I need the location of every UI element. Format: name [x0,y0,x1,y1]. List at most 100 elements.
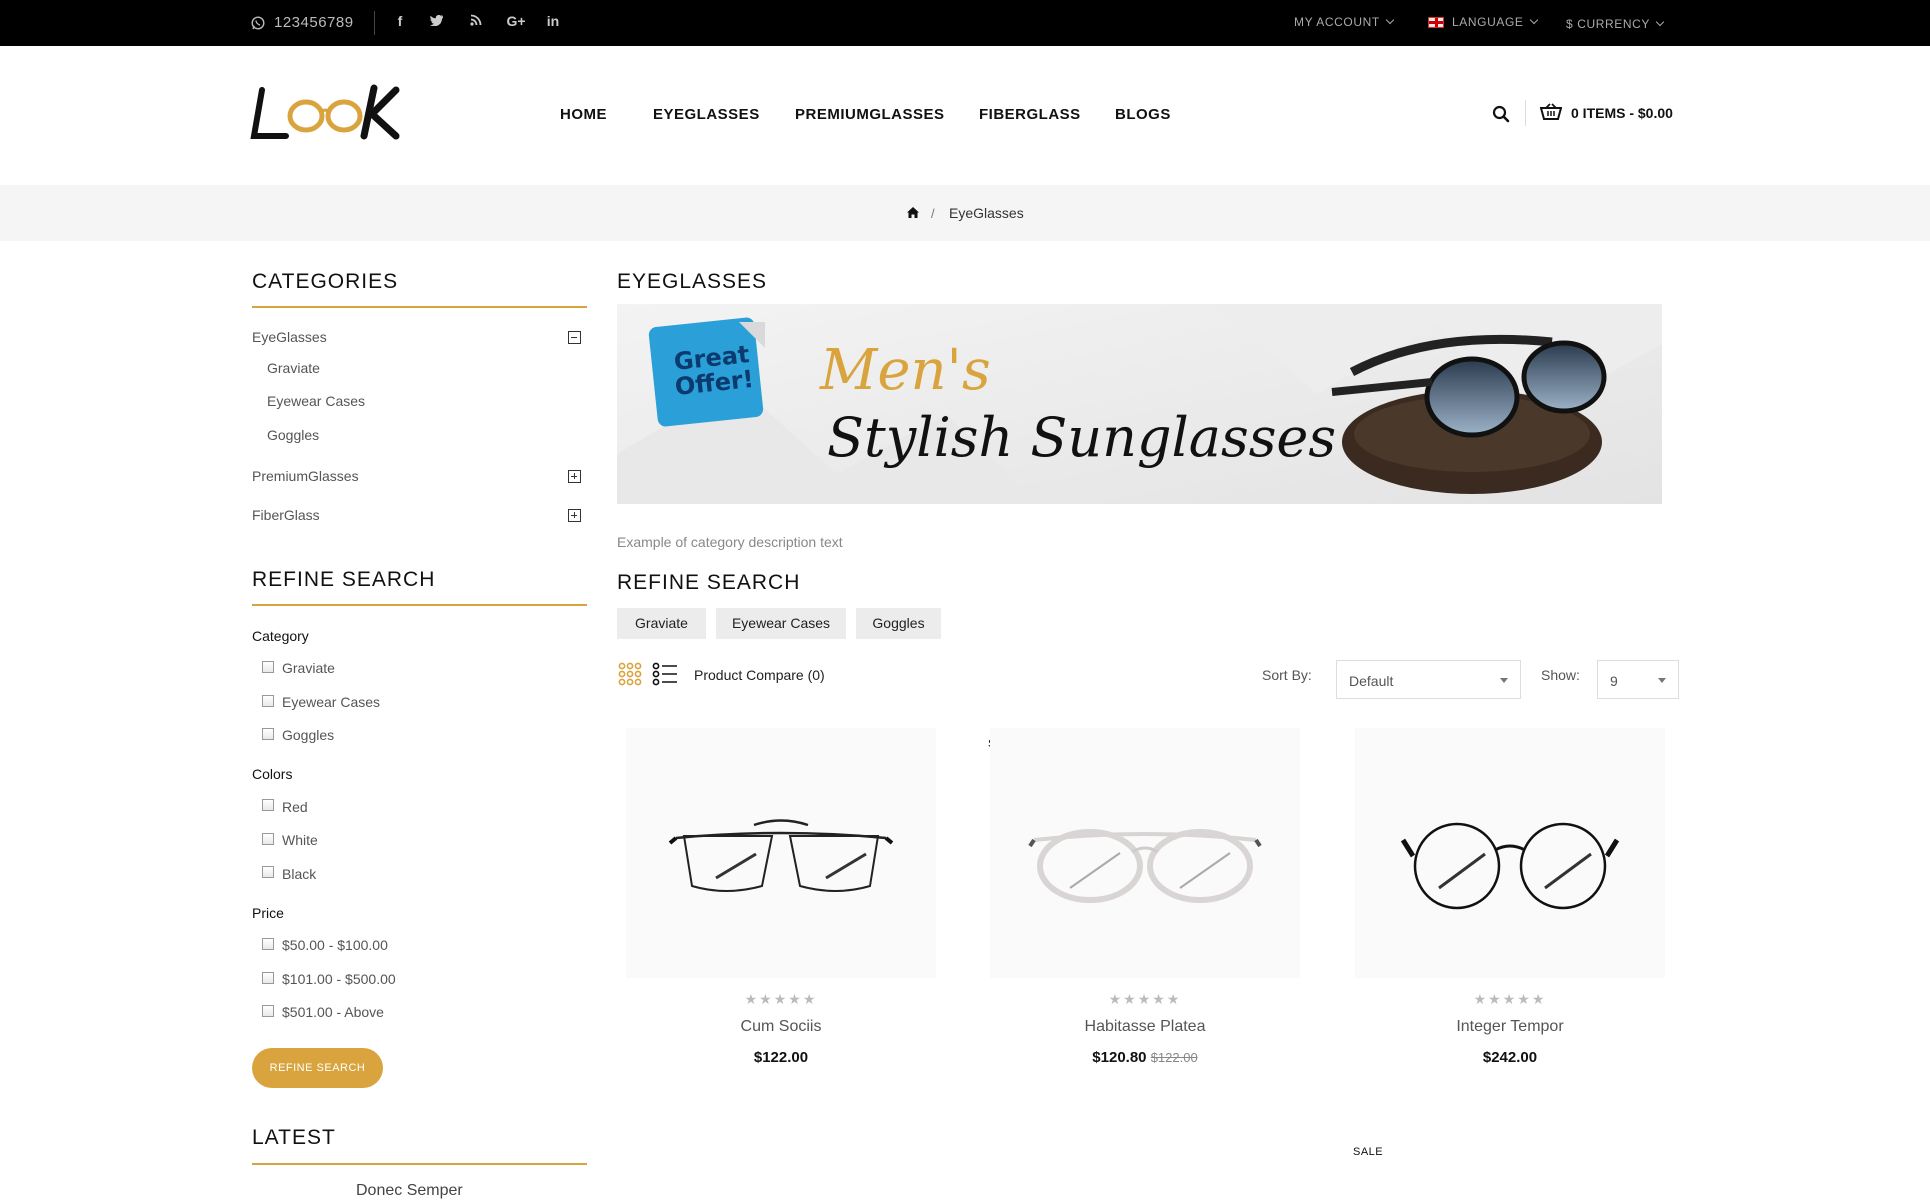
linkedin-icon[interactable]: in [541,13,565,29]
currency-dropdown[interactable]: $ Currency [1566,17,1665,31]
nav-blogs[interactable]: BLOGS [1115,106,1171,123]
categories-title: CATEGORIES [252,270,399,293]
subcategory-goggles[interactable]: Goggles [267,427,319,443]
latest-underline [252,1163,587,1165]
twitter-icon[interactable] [425,13,449,29]
grid-view-icon[interactable] [618,662,642,686]
rss-icon[interactable] [464,13,488,29]
category-fiberglass[interactable]: FiberGlass [252,507,320,523]
expand-icon[interactable] [568,470,581,483]
category-eyeglasses[interactable]: EyeGlasses [252,329,327,345]
nav-home[interactable]: HOME [560,106,607,123]
page-title: EYEGLASSES [617,270,768,293]
checkbox-graviate[interactable] [262,661,274,673]
currency-label: $ Currency [1566,17,1651,31]
checkbox-label[interactable]: White [282,832,318,848]
nav-fiberglass[interactable]: FIBERGLASS [979,106,1081,123]
nav-premiumglasses[interactable]: PREMIUMGLASSES [795,106,945,123]
checkbox-label[interactable]: $50.00 - $100.00 [282,937,388,953]
banner-sticker-text: Great Offer! [672,340,755,401]
refine-tag-graviate[interactable]: Graviate [617,608,706,639]
checkbox-label[interactable]: Red [282,799,308,815]
sale-badge: SALE [1353,1146,1384,1158]
category-description: Example of category description text [617,534,843,550]
product-image[interactable] [990,728,1300,978]
whatsapp-icon [251,15,265,30]
language-dropdown[interactable]: Language [1428,15,1538,29]
show-count-select[interactable]: 9 [1597,660,1679,699]
latest-title: LATEST [252,1126,336,1149]
checkbox-label[interactable]: Black [282,866,316,882]
breadcrumb-current[interactable]: EyeGlasses [949,205,1024,221]
product-compare-link[interactable]: Product Compare (0) [694,667,825,683]
product-price: $122.00 [616,1049,946,1066]
product-name[interactable]: Cum Sociis [616,1018,946,1036]
price-current: $122.00 [753,1049,809,1066]
checkbox-eyewear-cases[interactable] [262,695,274,707]
refine-search-heading: REFINE SEARCH [617,571,801,594]
nav-eyeglasses[interactable]: EYEGLASSES [653,106,760,123]
checkbox-price-1[interactable] [262,938,274,950]
checkbox-price-3[interactable] [262,1005,274,1017]
top-bar: 123456789 f G+ in My Account Language $ … [0,0,1930,46]
list-view-icon[interactable] [652,662,678,686]
checkbox-goggles[interactable] [262,728,274,740]
facebook-icon[interactable]: f [388,13,412,29]
checkbox-label[interactable]: Eyewear Cases [282,694,380,710]
sort-by-select[interactable]: Default [1336,660,1521,699]
checkbox-red[interactable] [262,799,274,811]
flag-icon [1428,16,1444,28]
language-label: Language [1452,15,1524,29]
header-divider [1525,100,1526,126]
checkbox-label[interactable]: Graviate [282,660,335,676]
product-card[interactable]: ★★★★★ Habitasse Platea $120.80 $122.00 [980,728,1310,1068]
chevron-down-icon [1529,15,1538,25]
my-account-label: My Account [1294,15,1380,29]
checkbox-label[interactable]: $501.00 - Above [282,1004,384,1020]
phone-contact[interactable]: 123456789 [251,14,354,31]
my-account-dropdown[interactable]: My Account [1294,15,1395,29]
product-image[interactable] [1355,728,1665,978]
category-premiumglasses[interactable]: PremiumGlasses [252,468,359,484]
filter-group-price: Price [252,905,284,921]
sort-by-label: Sort By: [1262,667,1312,683]
expand-icon[interactable] [568,509,581,522]
product-name[interactable]: Integer Tempor [1345,1018,1675,1036]
refine-search-button[interactable]: Refine Search [252,1048,383,1088]
sunglasses-image [1331,334,1607,494]
search-icon[interactable] [1492,105,1510,123]
refine-underline [252,604,587,606]
filter-group-colors: Colors [252,766,293,782]
banner-line-2: Stylish Sunglasses [827,406,1337,469]
cart-icon[interactable] [1540,103,1562,121]
rating-stars: ★★★★★ [1473,991,1547,1007]
product-card[interactable]: ★★★★★ Integer Tempor $242.00 [1345,728,1675,1068]
checkbox-label[interactable]: Goggles [282,727,334,743]
cart-summary[interactable]: 0 ITEMS - $0.00 [1571,105,1673,121]
checkbox-label[interactable]: $101.00 - $500.00 [282,971,396,987]
latest-product-name[interactable]: Donec Semper [356,1182,463,1200]
home-icon[interactable] [906,206,920,219]
product-name[interactable]: Habitasse Platea [980,1018,1310,1036]
subcategory-eyewear-cases[interactable]: Eyewear Cases [267,393,365,409]
site-logo[interactable] [250,82,420,144]
phone-number: 123456789 [274,14,354,31]
product-card[interactable]: ★★★★★ Cum Sociis $122.00 [616,728,946,1068]
subcategory-graviate[interactable]: Graviate [267,360,320,376]
checkbox-white[interactable] [262,833,274,845]
collapse-icon[interactable] [568,331,581,344]
product-image[interactable] [626,728,936,978]
topbar-divider [374,11,375,35]
refine-tag-goggles[interactable]: Goggles [856,608,941,639]
google-plus-icon[interactable]: G+ [504,13,528,29]
breadcrumb-separator: / [931,206,935,221]
refine-search-title: REFINE SEARCH [252,568,436,591]
filter-group-category: Category [252,628,309,644]
rating-stars: ★★★★★ [1108,991,1182,1007]
banner-line-1: Men's [820,338,991,403]
checkbox-black[interactable] [262,866,274,878]
price-old: $122.00 [1150,1050,1198,1065]
product-price: $120.80 $122.00 [980,1049,1310,1066]
refine-tag-eyewear-cases[interactable]: Eyewear Cases [716,608,846,639]
checkbox-price-2[interactable] [262,972,274,984]
